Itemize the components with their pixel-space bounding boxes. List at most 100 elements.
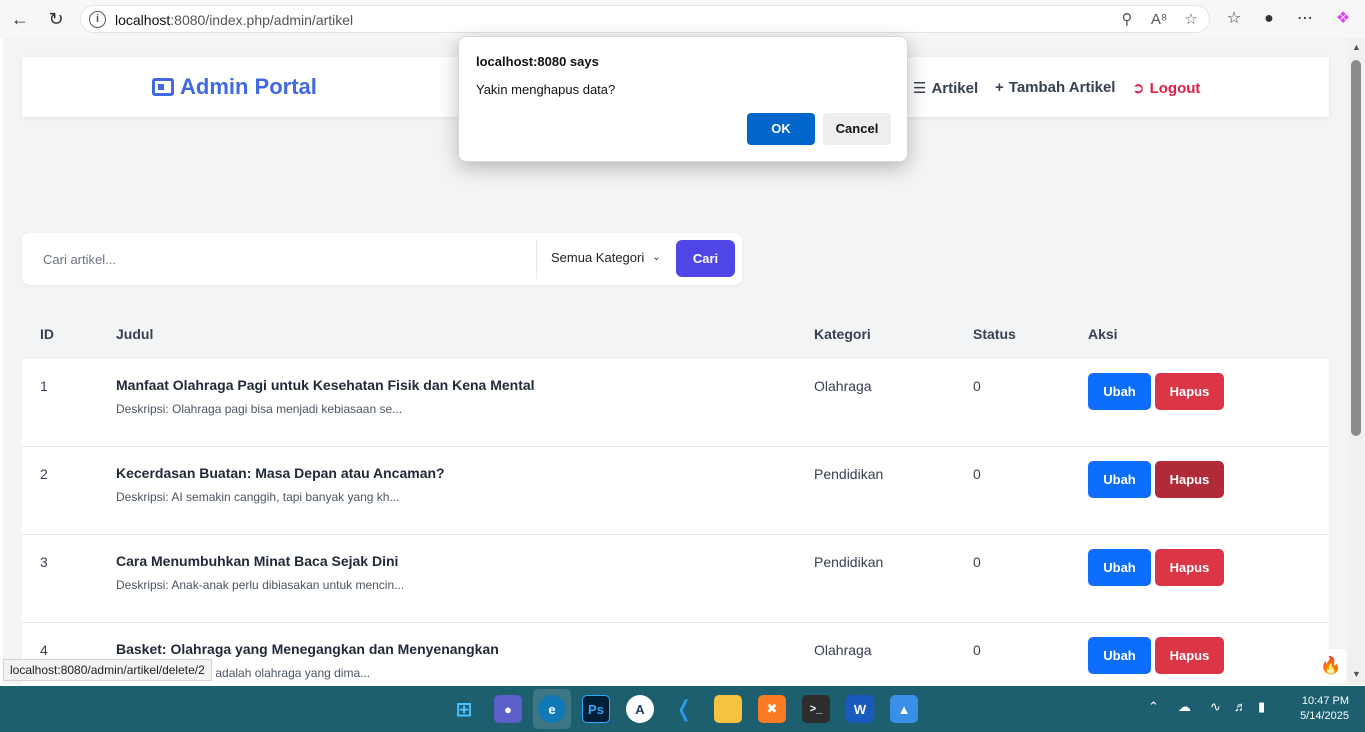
edit-button[interactable]: Ubah bbox=[1088, 373, 1151, 410]
terminal-icon[interactable]: >_ bbox=[802, 695, 830, 723]
row-id: 1 bbox=[40, 378, 48, 394]
vscode-icon[interactable]: ❬ bbox=[670, 695, 698, 723]
articles-table: ID Judul Kategori Status Aksi 1 Manfaat … bbox=[22, 308, 1329, 685]
copilot-icon[interactable]: ❖ bbox=[1332, 8, 1354, 30]
logout-icon: ➲ bbox=[1132, 80, 1145, 97]
scroll-down-icon[interactable]: ▼ bbox=[1352, 669, 1361, 679]
app-circle-icon[interactable]: A bbox=[626, 695, 654, 723]
edit-button[interactable]: Ubah bbox=[1088, 461, 1151, 498]
list-icon: ☰ bbox=[913, 80, 927, 97]
row-title: Kecerdasan Buatan: Masa Depan atau Ancam… bbox=[116, 465, 445, 481]
row-title-cell: Cara Menumbuhkan Minat Baca Sejak Dini D… bbox=[116, 553, 404, 592]
scroll-up-icon[interactable]: ▲ bbox=[1352, 42, 1361, 52]
confirm-dialog: localhost:8080 says Yakin menghapus data… bbox=[458, 36, 908, 162]
row-title-cell: Kecerdasan Buatan: Masa Depan atau Ancam… bbox=[116, 465, 445, 504]
row-title: Manfaat Olahraga Pagi untuk Kesehatan Fi… bbox=[116, 377, 535, 393]
browser-toolbar: ← ↻ i localhost:8080/index.php/admin/art… bbox=[0, 0, 1365, 38]
volume-icon[interactable]: ♬ bbox=[1234, 699, 1247, 714]
header-aksi: Aksi bbox=[1088, 326, 1118, 342]
row-title-cell: Manfaat Olahraga Pagi untuk Kesehatan Fi… bbox=[116, 377, 535, 416]
row-category: Pendidikan bbox=[814, 554, 884, 570]
row-id: 3 bbox=[40, 554, 48, 570]
taskbar: ⊞ ● e Ps A ❬ ✖ >_ W ▲ ⌃ ☁ ∿ ♬ ▮ 10:47 PM… bbox=[0, 686, 1365, 732]
xampp-icon[interactable]: ✖ bbox=[758, 695, 786, 723]
row-category: Olahraga bbox=[814, 378, 872, 394]
address-bar[interactable]: i localhost:8080/index.php/admin/artikel… bbox=[80, 5, 1210, 33]
row-status: 0 bbox=[973, 554, 981, 570]
photoshop-icon[interactable]: Ps bbox=[582, 695, 610, 723]
search-button[interactable]: Cari bbox=[676, 240, 735, 277]
edge-icon[interactable]: e bbox=[538, 695, 566, 723]
windows-start-icon[interactable]: ⊞ bbox=[450, 695, 478, 723]
category-select-value: Semua Kategori bbox=[551, 250, 645, 265]
delete-button[interactable]: Hapus bbox=[1155, 373, 1224, 410]
system-clock[interactable]: 10:47 PM 5/14/2025 bbox=[1287, 694, 1349, 724]
header-status: Status bbox=[973, 326, 1016, 342]
row-title: Cara Menumbuhkan Minat Baca Sejak Dini bbox=[116, 553, 399, 569]
zoom-icon[interactable]: ⚲ bbox=[1117, 10, 1137, 30]
teams-icon[interactable]: ● bbox=[494, 695, 522, 723]
favorite-star-icon[interactable]: ☆ bbox=[1181, 10, 1201, 30]
row-description: Deskripsi: Olahraga pagi bisa menjadi ke… bbox=[116, 402, 403, 416]
nav-logout[interactable]: ➲ Logout bbox=[1132, 79, 1201, 98]
row-status: 0 bbox=[973, 378, 981, 394]
favorites-icon[interactable]: ☆ bbox=[1223, 8, 1245, 30]
search-input[interactable] bbox=[22, 233, 537, 285]
page-scrollbar[interactable]: ▲ ▼ bbox=[1348, 38, 1365, 685]
read-aloud-icon[interactable]: A⁸ bbox=[1149, 10, 1169, 30]
plus-icon: + bbox=[995, 79, 1004, 96]
nav-tambah-label: Tambah Artikel bbox=[1008, 79, 1116, 96]
table-header: ID Judul Kategori Status Aksi bbox=[22, 308, 1329, 359]
edit-button[interactable]: Ubah bbox=[1088, 549, 1151, 586]
table-row: 2 Kecerdasan Buatan: Masa Depan atau Anc… bbox=[22, 447, 1329, 535]
tray-chevron-icon[interactable]: ⌃ bbox=[1148, 699, 1159, 715]
row-id: 2 bbox=[40, 466, 48, 482]
nav-logout-label: Logout bbox=[1149, 79, 1201, 97]
header-judul: Judul bbox=[116, 326, 154, 342]
newspaper-icon bbox=[152, 78, 174, 96]
status-bar-link: localhost:8080/admin/artikel/delete/2 bbox=[3, 659, 212, 681]
url-text[interactable]: localhost:8080/index.php/admin/artikel bbox=[115, 12, 353, 28]
fire-icon[interactable]: 🔥 bbox=[1316, 649, 1346, 683]
dialog-title: localhost:8080 says bbox=[476, 54, 599, 69]
nav-artikel[interactable]: ☰ Artikel bbox=[913, 79, 978, 98]
scroll-thumb[interactable] bbox=[1351, 60, 1361, 436]
row-description: Deskripsi: AI semakin canggih, tapi bany… bbox=[116, 490, 400, 504]
photos-icon[interactable]: ▲ bbox=[890, 695, 918, 723]
header-kategori: Kategori bbox=[814, 326, 871, 342]
word-icon[interactable]: W bbox=[846, 695, 874, 723]
row-status: 0 bbox=[973, 642, 981, 658]
search-bar: Semua Kategori ⌄ Cari bbox=[22, 233, 742, 285]
header-id: ID bbox=[40, 326, 54, 342]
clock-time: 10:47 PM bbox=[1301, 695, 1349, 707]
refresh-icon[interactable]: ↻ bbox=[43, 7, 69, 31]
cancel-button[interactable]: Cancel bbox=[823, 113, 891, 145]
cloud-icon[interactable]: ☁ bbox=[1178, 699, 1191, 715]
table-row: 1 Manfaat Olahraga Pagi untuk Kesehatan … bbox=[22, 359, 1329, 447]
profile-icon[interactable]: ● bbox=[1258, 8, 1280, 30]
back-arrow-icon[interactable]: ← bbox=[7, 7, 33, 31]
info-icon[interactable]: i bbox=[89, 11, 106, 28]
row-category: Olahraga bbox=[814, 642, 872, 658]
nav-tambah-artikel[interactable]: + Tambah Artikel bbox=[995, 79, 1115, 96]
table-row: 3 Cara Menumbuhkan Minat Baca Sejak Dini… bbox=[22, 535, 1329, 623]
row-status: 0 bbox=[973, 466, 981, 482]
battery-icon[interactable]: ▮ bbox=[1258, 699, 1265, 715]
chevron-down-icon: ⌄ bbox=[652, 252, 661, 263]
brand-logo[interactable]: Admin Portal bbox=[152, 74, 317, 100]
ok-button[interactable]: OK bbox=[747, 113, 815, 145]
edit-button[interactable]: Ubah bbox=[1088, 637, 1151, 674]
wifi-icon[interactable]: ∿ bbox=[1210, 699, 1221, 715]
delete-button[interactable]: Hapus bbox=[1155, 461, 1224, 498]
delete-button[interactable]: Hapus bbox=[1155, 637, 1224, 674]
more-icon[interactable]: ⋯ bbox=[1294, 8, 1316, 30]
file-explorer-icon[interactable] bbox=[714, 695, 742, 723]
brand-title: Admin Portal bbox=[180, 74, 317, 99]
row-category: Pendidikan bbox=[814, 466, 884, 482]
row-id: 4 bbox=[40, 642, 48, 658]
search-divider bbox=[536, 239, 537, 279]
row-description: Deskripsi: Anak-anak perlu dibiasakan un… bbox=[116, 578, 405, 592]
category-select[interactable]: Semua Kategori ⌄ bbox=[551, 250, 661, 265]
delete-button[interactable]: Hapus bbox=[1155, 549, 1224, 586]
table-row: 4 Basket: Olahraga yang Menegangkan dan … bbox=[22, 623, 1329, 685]
